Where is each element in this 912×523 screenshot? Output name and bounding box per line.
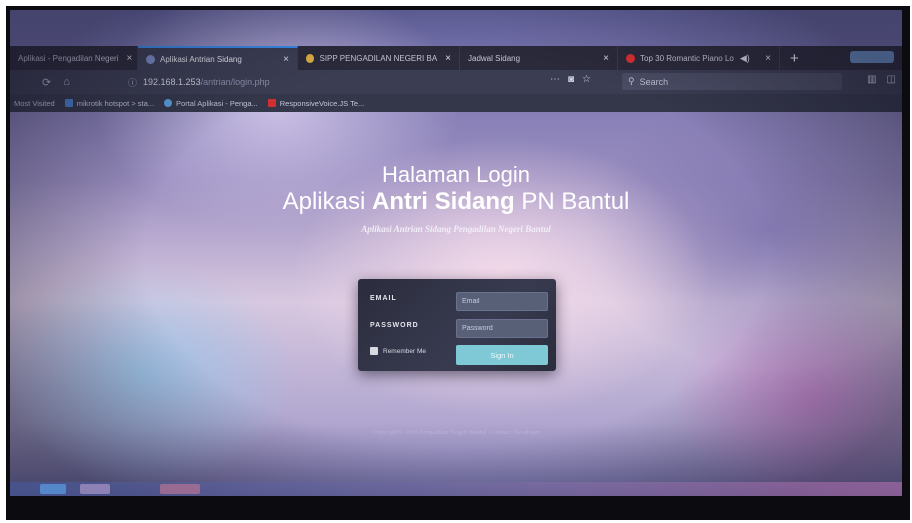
search-input[interactable]: ⚲ Search [622, 73, 842, 90]
copyright-footer: Copyright© 2019 Pengadilan Negeri Bantul… [371, 429, 541, 436]
tab-jadwal-sidang[interactable]: Jadwal Sidang × [460, 46, 618, 70]
tab-sipp-pengadilan[interactable]: SIPP PENGADILAN NEGERI BA × [298, 46, 460, 70]
taskbar-item[interactable] [80, 484, 110, 494]
bookmarks-bar: Most Visited mikrotik hotspot > sta... P… [10, 94, 902, 112]
close-icon[interactable]: × [437, 53, 451, 64]
app-title-suffix: PN Bantul [514, 188, 630, 215]
navigation-bar: ⟳ ⌂ ⓘ 192.168.1.253 /antrian/login.php ⋯… [10, 70, 902, 94]
taskbar-item[interactable] [160, 484, 200, 494]
remember-checkbox[interactable] [370, 347, 378, 355]
bookmark-star-icon[interactable]: ☆ [582, 74, 591, 85]
remember-me[interactable]: Remember Me [370, 347, 426, 355]
taskbar [10, 482, 902, 496]
password-field[interactable] [456, 319, 548, 338]
sipp-favicon-icon [306, 53, 315, 63]
tab-label: SIPP PENGADILAN NEGERI BA [319, 53, 438, 63]
email-label: EMAIL [370, 295, 397, 302]
email-field[interactable] [456, 292, 548, 311]
password-label: PASSWORD [370, 322, 419, 329]
library-icon[interactable]: ▥ [867, 74, 876, 85]
window-controls[interactable] [850, 51, 894, 63]
globe-icon [164, 99, 173, 107]
url-host: 192.168.1.253 [143, 77, 201, 87]
bookmark-label: ResponsiveVoice.JS Te... [279, 98, 365, 108]
close-icon[interactable]: × [757, 53, 771, 64]
search-icon: ⚲ [628, 76, 635, 86]
youtube-favicon-icon [626, 53, 635, 63]
tab-label: Top 30 Romantic Piano Lo [640, 53, 734, 63]
bookmark-most-visited[interactable]: Most Visited [14, 99, 55, 108]
bookmark-label: mikrotik hotspot > sta... [76, 98, 155, 108]
monitor-screen: Aplikasi - Pengadilan Negeri × Aplikasi … [10, 10, 902, 496]
home-icon[interactable]: ⌂ [63, 76, 70, 88]
tab-aplikasi-antrian-sidang[interactable]: Aplikasi Antrian Sidang × [138, 46, 298, 70]
bookmark-responsivevoice[interactable]: ResponsiveVoice.JS Te... [267, 98, 365, 108]
speaker-icon[interactable]: ◀) [740, 53, 750, 64]
sidebar-icon[interactable]: ◫ [887, 74, 896, 85]
search-placeholder: Search [639, 76, 669, 87]
url-bar[interactable]: ⓘ 192.168.1.253 /antrian/login.php [128, 74, 576, 90]
bookmark-mikrotik-hotspot[interactable]: mikrotik hotspot > sta... [64, 98, 155, 108]
photo-frame: Aplikasi - Pengadilan Negeri × Aplikasi … [6, 6, 910, 520]
url-actions: ⋯ ◙ ☆ [550, 74, 591, 85]
tab-label: Jadwal Sidang [468, 53, 521, 63]
tab-label: Aplikasi - Pengadilan Negeri [18, 53, 119, 63]
close-icon[interactable]: × [595, 53, 609, 64]
bookmark-icon [64, 99, 73, 107]
pocket-icon[interactable]: ◙ [568, 74, 574, 85]
bookmark-portal-aplikasi[interactable]: Portal Aplikasi - Penga... [164, 99, 258, 108]
url-path: /antrian/login.php [200, 77, 270, 87]
tab-bar: Aplikasi - Pengadilan Negeri × Aplikasi … [10, 46, 902, 70]
page-subtitle: Aplikasi Antrian Sidang Pengadilan Neger… [361, 224, 551, 234]
bookmark-label: Portal Aplikasi - Penga... [176, 98, 258, 108]
bookmark-icon [267, 99, 276, 107]
toolbar-right: ▥ ◫ [867, 74, 896, 85]
reload-icon[interactable]: ⟳ [42, 76, 51, 89]
app-title: Aplikasi Antri Sidang PN Bantul [10, 188, 902, 216]
close-icon[interactable]: × [275, 54, 289, 65]
tab-aplikasi-pengadilan[interactable]: Aplikasi - Pengadilan Negeri × [10, 46, 138, 70]
bookmark-label: Most Visited [14, 98, 55, 108]
tab-label: Aplikasi Antrian Sidang [160, 54, 242, 64]
sign-in-button[interactable]: Sign In [456, 345, 548, 365]
info-icon[interactable]: ⓘ [128, 76, 137, 89]
page-title: Halaman Login [382, 162, 530, 187]
login-form: EMAIL PASSWORD Remember Me Sign In [358, 279, 556, 371]
app-title-bold: Antri Sidang [371, 188, 515, 215]
remember-label: Remember Me [383, 347, 426, 355]
taskbar-item[interactable] [40, 484, 66, 494]
new-tab-button[interactable]: + [780, 50, 809, 67]
page-actions-icon[interactable]: ⋯ [550, 74, 560, 85]
page-favicon-icon [146, 54, 155, 64]
app-title-prefix: Aplikasi [282, 188, 372, 215]
close-icon[interactable]: × [119, 53, 133, 64]
tab-top-30-romantic-piano[interactable]: Top 30 Romantic Piano Lo ◀) × [618, 46, 780, 70]
